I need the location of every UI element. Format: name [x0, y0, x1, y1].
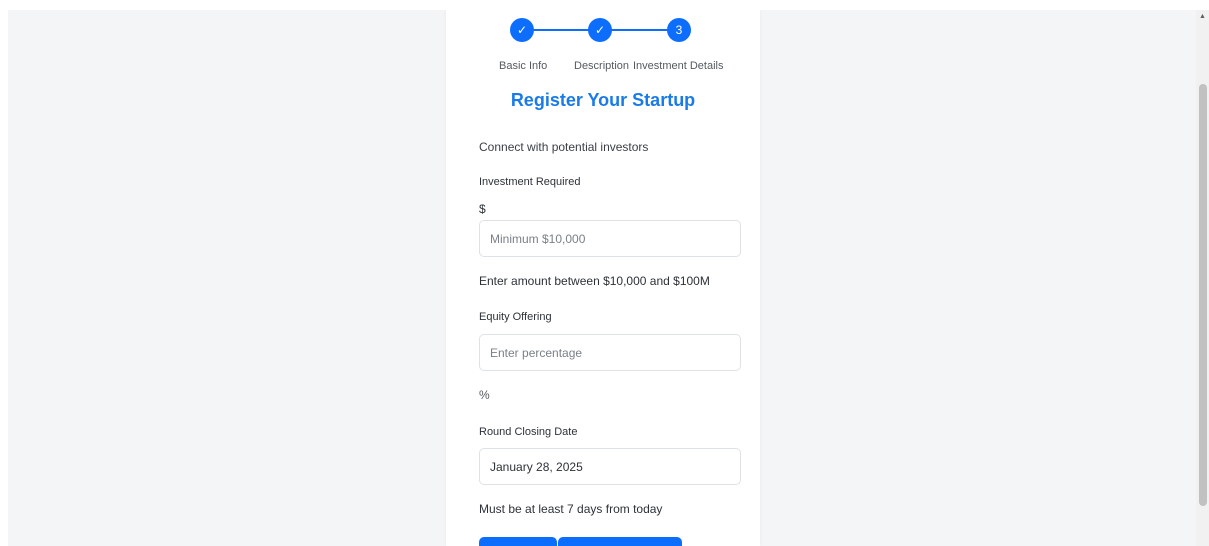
- step-2-label: Description: [574, 60, 630, 72]
- step-3-label: Investment Details: [633, 60, 724, 72]
- page-title: Register Your Startup: [510, 90, 696, 110]
- previous-button[interactable]: [479, 537, 557, 546]
- submit-button[interactable]: [558, 537, 682, 546]
- percent-suffix: %: [479, 388, 490, 402]
- equity-input[interactable]: [479, 334, 741, 371]
- closing-date-label: Round Closing Date: [479, 426, 578, 438]
- vertical-scrollbar[interactable]: ▲: [1196, 10, 1209, 546]
- currency-prefix: $: [479, 202, 486, 216]
- step-3-number: 3: [667, 18, 691, 42]
- registration-card: ✓ ✓ 3 Basic Info Description Investment …: [446, 10, 760, 546]
- investment-input[interactable]: [479, 220, 741, 257]
- investment-helper-text: Enter amount between $10,000 and $100M: [479, 274, 710, 288]
- scrollbar-thumb[interactable]: [1199, 84, 1207, 506]
- progress-stepper: ✓ ✓ 3 Basic Info Description Investment …: [446, 18, 760, 72]
- closing-date-input[interactable]: [479, 448, 741, 485]
- page-subtitle: Connect with potential investors: [479, 140, 649, 154]
- closing-date-helper-text: Must be at least 7 days from today: [479, 502, 663, 516]
- page-viewport: ✓ ✓ 3 Basic Info Description Investment …: [8, 10, 1196, 546]
- step-2-check-icon: ✓: [588, 18, 612, 42]
- step-1-label: Basic Info: [499, 60, 548, 72]
- investment-label: Investment Required: [479, 176, 581, 188]
- equity-label: Equity Offering: [479, 311, 552, 323]
- triangle-up-icon[interactable]: ▲: [1196, 12, 1209, 22]
- step-1-check-icon: ✓: [510, 18, 534, 42]
